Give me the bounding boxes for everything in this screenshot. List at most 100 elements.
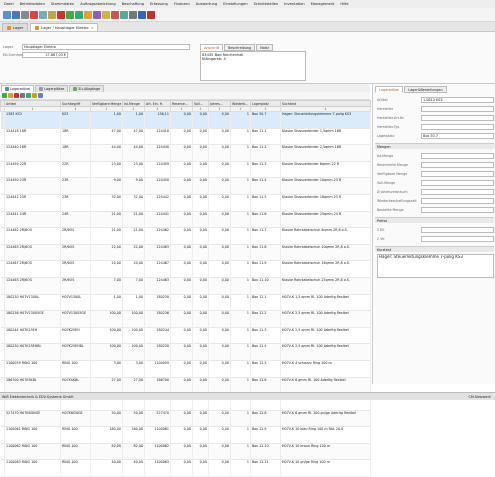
- cell-ek: 124442: [144, 194, 171, 212]
- menu-item[interactable]: Schnittstellen: [254, 2, 279, 6]
- menu-item[interactable]: Inventation: [284, 2, 304, 6]
- menu-item[interactable]: Beschaffung: [122, 2, 144, 6]
- mengen-field-input[interactable]: [421, 152, 494, 159]
- add-icon[interactable]: [2, 93, 7, 98]
- table-row[interactable]: 124462 2R/6OS 2R/6OS 21,00 21,00 124462 0,00 0…: [0, 227, 371, 245]
- menu-item[interactable]: Datei: [4, 2, 14, 6]
- calendar-icon[interactable]: [111, 10, 119, 19]
- detail-field-input[interactable]: [421, 105, 494, 112]
- menu-item[interactable]: Betriebsdaten: [20, 2, 45, 6]
- window-tab-lager[interactable]: Lager: [2, 23, 29, 31]
- preise-field-input[interactable]: [421, 235, 494, 242]
- menu-item[interactable]: Auswertung: [196, 2, 217, 6]
- print-icon[interactable]: [21, 10, 29, 19]
- table-row[interactable]: 1100062 RING 100 RING 100 82,00 82,00 110006…: [0, 443, 371, 460]
- table-row[interactable]: 527470 H07K6GNGE H07K6GNGE 50,00 50,00 52747…: [0, 410, 371, 427]
- mengen-field-input[interactable]: [421, 179, 494, 186]
- table-row[interactable]: 124450 23R 23R 9,00 9,00 124450 0,00 0,00 0,00 1…: [0, 177, 371, 195]
- copy-icon[interactable]: [39, 10, 47, 19]
- help-icon[interactable]: [138, 10, 146, 19]
- print-icon[interactable]: [20, 93, 25, 98]
- paste-icon[interactable]: [48, 10, 56, 19]
- detail-field-input[interactable]: Box 30.7: [421, 132, 494, 139]
- refresh-icon[interactable]: [66, 10, 74, 19]
- tab-beschreibung[interactable]: Beschreibung: [224, 44, 256, 51]
- mengen-section: Mengen: [375, 143, 494, 149]
- window-tab-hauptlager[interactable]: Lager / Hauptlager Elektro ×: [30, 23, 99, 31]
- table-row[interactable]: 180230 H07V1300L H07V1300L 1,00 1,00 180230 0…: [0, 294, 371, 311]
- filter-icon[interactable]: [84, 10, 92, 19]
- export-icon[interactable]: [26, 93, 31, 98]
- table-row[interactable]: 124463 2R/6OS 2R/6OS 22,00 22,00 124463 0,00 0…: [0, 244, 371, 261]
- search-icon[interactable]: [75, 10, 83, 19]
- remove-icon[interactable]: [14, 93, 19, 98]
- table-row[interactable]: 124441 24R 24R 21,00 21,00 124441 0,00 0,00 0,0…: [0, 211, 371, 228]
- save-icon[interactable]: [12, 10, 20, 19]
- new-icon[interactable]: [3, 10, 11, 19]
- table-row[interactable]: 180236 H07V13005GE H07V13005GE 100,00 100,0…: [0, 310, 371, 328]
- menu-item[interactable]: Einstellungen: [223, 2, 247, 6]
- menu-item[interactable]: Hilfe: [340, 2, 348, 6]
- cell-soll: 0,00: [192, 111, 209, 129]
- mengen-field-input[interactable]: [421, 206, 494, 213]
- cell-such: H07K25EHBL: [60, 343, 91, 361]
- tab-lagerplaetze[interactable]: Lagerplätze: [35, 85, 69, 92]
- mengen-field-input[interactable]: [421, 161, 494, 168]
- mail-icon[interactable]: [102, 10, 110, 19]
- menu-item[interactable]: Erfassung: [150, 2, 168, 6]
- tab-lagerartikel[interactable]: Lagerartikel: [1, 85, 35, 92]
- tab-detail-lagerartikel[interactable]: Lagerartikel: [375, 86, 404, 93]
- detail-field-input[interactable]: [421, 114, 494, 121]
- menu-item[interactable]: Management: [311, 2, 335, 6]
- settings-icon[interactable]: [129, 10, 137, 19]
- table-row[interactable]: 124467 2R/6OS 2R/6OS 20,00 20,00 124467 0,00 0…: [0, 260, 371, 278]
- table-row[interactable]: 1100061 RING 100 RING 100 180,00 180,00 1100…: [0, 426, 371, 444]
- cell-ek: 124418: [144, 128, 171, 145]
- filter-icon[interactable]: [32, 93, 37, 98]
- columns-icon[interactable]: [38, 93, 43, 98]
- mengen-field-input[interactable]: [421, 170, 494, 177]
- table-row[interactable]: 124463 2R/6OS 2R/6OS 7,00 7,00 124463 0,00 0,0…: [0, 277, 371, 295]
- table-row[interactable]: 124459 22R 22R 23,00 23,00 124459 0,00 0,00 0,0…: [0, 161, 371, 178]
- table-row[interactable]: 124442 23R 23R 32,00 32,00 124442 0,00 0,00 0,0…: [0, 194, 371, 212]
- table-row[interactable]: 1100059 RING 100 RING 100 3,00 3,00 1100059 0…: [0, 360, 371, 377]
- table-row[interactable]: 124418 18R 18R 47,00 47,00 124418 0,00 0,00 0,0…: [0, 128, 371, 145]
- table-row[interactable]: 1100063 RING 100 RING 100 40,00 40,00 110006…: [0, 459, 371, 477]
- tab-anschrift[interactable]: Anschrift: [200, 44, 224, 51]
- mengen-field-input[interactable]: [421, 188, 494, 195]
- table-row[interactable]: 180244 H07K25EH H07K25EH 100,00 100,00 18024…: [0, 327, 371, 344]
- mengen-field-input[interactable]: [421, 197, 494, 204]
- cell-ek: 124463: [144, 244, 171, 261]
- menu-item[interactable]: Finanzen: [174, 2, 190, 6]
- kurztext-field[interactable]: Hager: Steuerleitungsklemme 7-polig KS3: [377, 254, 494, 278]
- tab-notiz[interactable]: Notiz: [256, 44, 273, 51]
- preise-field-input[interactable]: [421, 226, 494, 233]
- anschrift-box[interactable]: 83435 Bad Reichenhall Kläingerstr. 4: [200, 51, 306, 81]
- cell-soll: 0,00: [192, 144, 209, 162]
- detail-field-input[interactable]: [421, 123, 494, 130]
- table-row[interactable]: 180230 H07K25EHBL H07K25EHBL 100,00 100,00 1…: [0, 343, 371, 361]
- close-icon[interactable]: ×: [91, 26, 94, 30]
- exit-icon[interactable]: [147, 10, 155, 19]
- detail-field-input[interactable]: 1.0813 KS3: [421, 96, 494, 103]
- table-row[interactable]: 124440 18R 18R 44,00 44,00 124440 0,00 0,00 0,0…: [0, 144, 371, 162]
- edit-icon[interactable]: [8, 93, 13, 98]
- tab-zu-abgaenge[interactable]: Zu-/Abgänge: [69, 85, 105, 92]
- delete-icon[interactable]: [57, 10, 65, 19]
- menu-item[interactable]: Auftragsabwicklung: [80, 2, 116, 6]
- cut-icon[interactable]: [30, 10, 38, 19]
- cell-verf: 100,00: [90, 310, 123, 328]
- cell-such: 23R: [60, 177, 91, 195]
- cell-such: 2R/6OS: [60, 244, 91, 261]
- user-icon[interactable]: [120, 10, 128, 19]
- cell-such: RING 100: [60, 459, 91, 477]
- mengen-field-label: Soll-Menge: [377, 180, 396, 185]
- menu-item[interactable]: Stammdaten: [51, 2, 74, 6]
- chart-icon[interactable]: [93, 10, 101, 19]
- cell-jahr: 0,00: [208, 426, 231, 444]
- cell-verf: 100,00: [90, 343, 123, 361]
- anschrift-line: Kläingerstr. 4: [202, 57, 226, 61]
- lager-name-field[interactable]: Hauptlager Elektro: [22, 44, 190, 50]
- tab-detail-bestellungen[interactable]: Lager&Bestellungen: [404, 86, 447, 93]
- table-row[interactable]: 1383 KS3 KS3 1,00 1,00 136,11 0,00 0,00 0,00 1 Bo…: [0, 111, 371, 129]
